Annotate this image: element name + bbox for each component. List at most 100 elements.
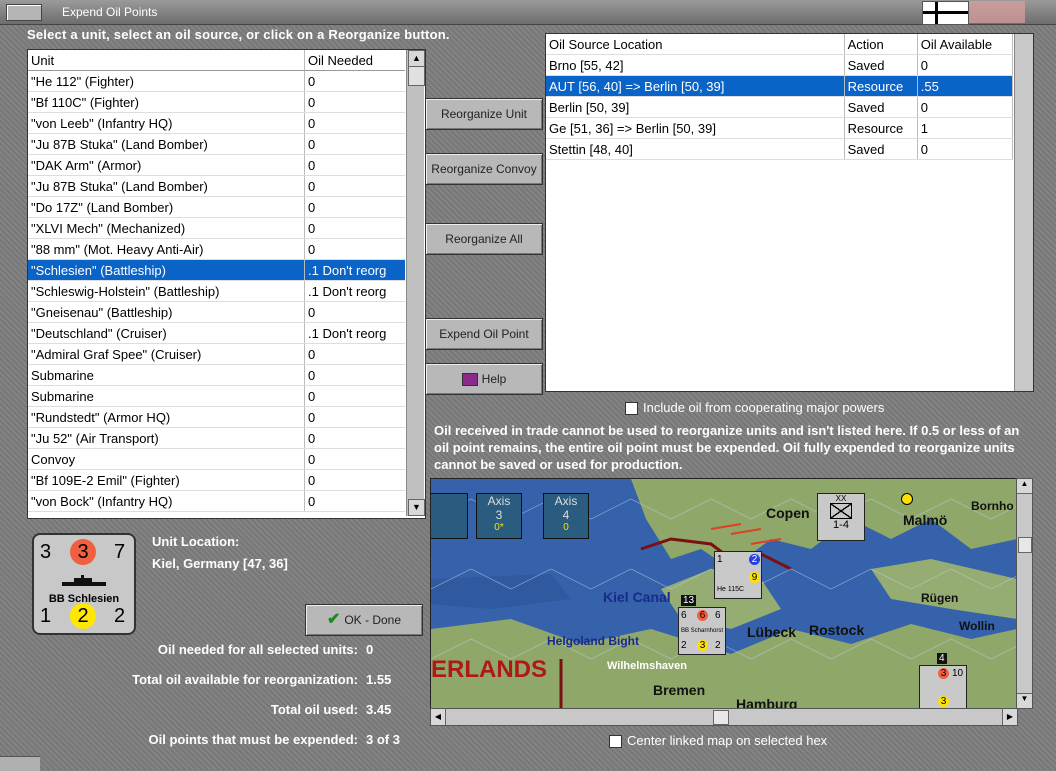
fighter-c: 9 — [749, 572, 760, 583]
oil-source-row[interactable]: Brno [55, 42] Saved 0 — [546, 54, 1014, 76]
unit-column-header[interactable]: Unit — [28, 50, 305, 71]
scroll-down-icon[interactable]: ▼ — [408, 499, 425, 516]
unit-row[interactable]: "Ju 87B Stuka" (Land Bomber) 0 — [28, 133, 405, 155]
axis-box-3-sub: 0* — [494, 522, 504, 533]
axis-box-4-num: 4 — [562, 508, 570, 522]
unit-name-cell: "DAK Arm" (Armor) — [28, 154, 305, 176]
oil-source-row[interactable]: AUT [56, 40] => Berlin [50, 39] Resource.… — [546, 75, 1014, 97]
unit-row[interactable]: Submarine 0 — [28, 385, 405, 407]
unit-row[interactable]: "88 mm" (Mot. Heavy Anti-Air) 0 — [28, 238, 405, 260]
unit-name-cell: "Bf 110C" (Fighter) — [28, 91, 305, 113]
axis-box-2: Axis — [431, 493, 468, 539]
unit-row[interactable]: "Rundstedt" (Armor HQ) 0 — [28, 406, 405, 428]
unit-row[interactable]: "Ju 52" (Air Transport) 0 — [28, 427, 405, 449]
unit-name-cell: "von Leeb" (Infantry HQ) — [28, 112, 305, 134]
action-header[interactable]: Action — [844, 34, 918, 55]
oil-source-available-cell: 1 — [917, 117, 1014, 139]
stat-label: Oil needed for all selected units: — [157, 642, 358, 657]
unit-row[interactable]: "Schlesien" (Battleship) .1 Don't reorg — [28, 259, 405, 281]
oil-source-available-cell: 0 — [917, 96, 1014, 118]
map-scroll-left-icon[interactable]: ◀ — [431, 709, 446, 725]
corps-counter[interactable]: XX 1-4 — [817, 493, 865, 541]
fighter-counter[interactable]: 1 2 9 He 115C — [714, 551, 762, 599]
unit-row[interactable]: "Do 17Z" (Land Bomber) 0 — [28, 196, 405, 218]
map-scroll-up-icon[interactable]: ▲ — [1017, 479, 1032, 494]
map-scroll-right-icon[interactable]: ▶ — [1002, 709, 1017, 725]
oil-source-scrollbar[interactable] — [1014, 34, 1033, 391]
map-horizontal-scrollbar[interactable]: ◀ ▶ — [430, 708, 1018, 726]
map-label-malmo: Malmö — [903, 512, 948, 528]
scroll-up-icon[interactable]: ▲ — [408, 50, 425, 67]
units-scroll-thumb[interactable] — [408, 66, 425, 86]
unit-location-label: Unit Location: — [152, 534, 240, 549]
unit-row[interactable]: "von Leeb" (Infantry HQ) 0 — [28, 112, 405, 134]
unit-row[interactable]: "Schleswig-Holstein" (Battleship) .1 Don'… — [28, 280, 405, 302]
unit-row[interactable]: "He 112" (Fighter) 0 — [28, 70, 405, 92]
axis-box-3[interactable]: Axis 3 0* — [476, 493, 522, 539]
right-stack-count: 4 — [937, 653, 947, 664]
unit-row[interactable]: "Bf 109E-2 Emil" (Fighter) 0 — [28, 469, 405, 491]
unit-row[interactable]: Convoy 0 — [28, 448, 405, 470]
units-scrollbar[interactable]: ▲ ▼ — [406, 50, 425, 516]
window-menu-button[interactable] — [6, 4, 42, 21]
axis-box-4[interactable]: Axis 4 0 — [543, 493, 589, 539]
units-table: Unit Oil Needed "He 112" (Fighter) 0 "Bf 1… — [27, 49, 426, 519]
center-map-checkbox[interactable] — [609, 735, 622, 748]
oil-source-row[interactable]: Berlin [50, 39] Saved 0 — [546, 96, 1014, 118]
right-unit-counter[interactable]: 3 10 3 — [919, 665, 967, 708]
oil-needed-cell: 0 — [304, 112, 405, 134]
mini-map[interactable]: Axis Axis 3 0* Axis 4 0 Copen Malmö Born… — [430, 478, 1018, 709]
battleship-icon — [62, 575, 106, 586]
oil-source-row[interactable]: Ge [51, 36] => Berlin [50, 39] Resource 1 — [546, 117, 1014, 139]
reorganize-all-button[interactable]: Reorganize All — [425, 223, 543, 255]
fighter-name: He 115C — [717, 586, 745, 593]
center-map-label: Center linked map on selected hex — [627, 733, 828, 748]
reorganize-unit-button[interactable]: Reorganize Unit — [425, 98, 543, 130]
unit-row[interactable]: "von Bock" (Infantry HQ) 0 — [28, 490, 405, 512]
resize-grip-icon[interactable] — [0, 756, 40, 771]
oil-source-location-header[interactable]: Oil Source Location — [546, 34, 845, 55]
instruction-text: Select a unit, select an oil source, or … — [27, 27, 450, 42]
unit-row[interactable]: "DAK Arm" (Armor) 0 — [28, 154, 405, 176]
oil-source-location-cell: AUT [56, 40] => Berlin [50, 39] — [546, 75, 845, 97]
unit-row[interactable]: "Ju 87B Stuka" (Land Bomber) 0 — [28, 175, 405, 197]
include-oil-checkbox[interactable] — [625, 402, 638, 415]
unit-name-cell: Submarine — [28, 364, 305, 386]
corps-value: 1-4 — [833, 519, 849, 531]
window-title: Expend Oil Points — [62, 5, 158, 19]
unit-row[interactable]: "Bf 110C" (Fighter) 0 — [28, 91, 405, 113]
unit-name-cell: "Deutschland" (Cruiser) — [28, 322, 305, 344]
map-hscroll-thumb[interactable] — [713, 710, 729, 725]
map-label-kiel-canal: Kiel Canal — [603, 589, 671, 605]
malmo-city-icon — [901, 493, 913, 505]
unit-row[interactable]: "Gneisenau" (Battleship) 0 — [28, 301, 405, 323]
oil-source-location-cell: Stettin [48, 40] — [546, 138, 845, 160]
axis-box-3-num: 3 — [495, 508, 503, 522]
oil-available-header[interactable]: Oil Available — [917, 34, 1014, 55]
expend-oil-point-button[interactable]: Expend Oil Point — [425, 318, 543, 350]
infantry-icon — [830, 503, 852, 519]
reorganize-convoy-button[interactable]: Reorganize Convoy — [425, 153, 543, 185]
unit-row[interactable]: "Deutschland" (Cruiser) .1 Don't reorg — [28, 322, 405, 344]
oil-source-row[interactable]: Stettin [48, 40] Saved 0 — [546, 138, 1014, 160]
oil-source-action-cell: Saved — [844, 54, 918, 76]
ok-done-button[interactable]: ✔ OK - Done — [305, 604, 423, 636]
unit-card-top-mid: 3 — [70, 539, 96, 565]
map-label-copen: Copen — [766, 505, 810, 521]
stat-label: Total oil used: — [270, 702, 358, 717]
right-b: 10 — [952, 668, 964, 679]
unit-row[interactable]: "Admiral Graf Spee" (Cruiser) 0 — [28, 343, 405, 365]
unit-row[interactable]: Submarine 0 — [28, 364, 405, 386]
help-button[interactable]: Help — [425, 363, 543, 395]
oil-needed-cell: 0 — [304, 364, 405, 386]
battleship-counter[interactable]: 6 6 6 BB Scharnhorst 2 3 2 — [678, 607, 726, 655]
oil-needed-column-header[interactable]: Oil Needed — [304, 50, 405, 71]
help-book-icon — [461, 373, 478, 387]
map-scroll-down-icon[interactable]: ▼ — [1017, 693, 1032, 708]
unit-row[interactable]: "XLVI Mech" (Mechanized) 0 — [28, 217, 405, 239]
map-vscroll-thumb[interactable] — [1018, 537, 1032, 553]
units-table-header: Unit Oil Needed — [28, 50, 405, 71]
battleship-d: 2 — [681, 640, 687, 651]
map-vertical-scrollbar[interactable]: ▲ ▼ — [1016, 478, 1033, 709]
axis-box-4-sub: 0 — [563, 522, 569, 533]
